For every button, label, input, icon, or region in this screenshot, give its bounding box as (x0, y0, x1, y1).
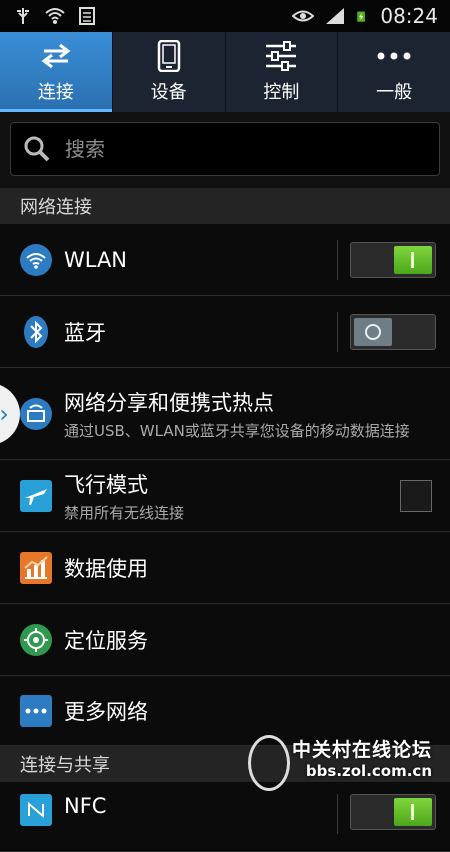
nfc-toggle[interactable] (350, 794, 436, 830)
bluetooth-toggle[interactable] (350, 313, 436, 350)
search-area (0, 112, 450, 188)
row-text: 数据使用 (64, 553, 450, 583)
tab-label: 设备 (150, 82, 187, 103)
sim-icon (79, 7, 95, 25)
settings-row-location[interactable]: 定位服务 (0, 604, 450, 676)
phone-icon (151, 40, 187, 72)
row-text: 网络分享和便携式热点 通过USB、WLAN或蓝牙共享您设备的移动数据连接 (64, 387, 450, 441)
tab-label: 一般 (376, 82, 413, 103)
tab-controls[interactable]: 控制 (226, 32, 339, 112)
row-text: 更多网络 (64, 696, 450, 726)
chevron-right-icon: › (0, 400, 9, 428)
settings-tabs: 连接 设备 控制 一般 (0, 32, 450, 112)
airplane-mode-checkbox[interactable] (400, 479, 432, 512)
row-title: 更多网络 (64, 699, 148, 724)
battery-charging-icon (357, 11, 366, 22)
watermark-text: 中关村在线论坛 (291, 739, 432, 761)
settings-row-airplane[interactable]: 飞行模式 禁用所有无线连接 (0, 460, 450, 532)
zol-logo-icon (247, 735, 290, 791)
wlan-toggle[interactable] (350, 241, 436, 278)
hotspot-icon (14, 397, 58, 430)
row-divider (337, 794, 338, 834)
row-divider (337, 311, 338, 352)
toggle-knob (394, 245, 432, 274)
row-title: 飞行模式 (64, 472, 148, 497)
settings-row-bluetooth[interactable]: 蓝牙 (0, 296, 450, 368)
more-dots-icon (376, 40, 412, 72)
row-text: WLAN (64, 248, 337, 272)
row-divider (337, 239, 338, 280)
search-box[interactable] (10, 122, 440, 176)
row-description: 禁用所有无线连接 (64, 503, 185, 522)
more-networks-icon (14, 694, 58, 727)
watermark: 中关村在线论坛 bbs.zol.com.cn (247, 735, 432, 791)
row-title: 定位服务 (64, 628, 148, 653)
status-left (12, 7, 98, 25)
section-header-network: 网络连接 (0, 188, 450, 224)
toggle-knob (354, 317, 392, 346)
row-title: NFC (64, 794, 107, 818)
settings-row-data-usage[interactable]: 数据使用 (0, 532, 450, 604)
airplane-icon (14, 479, 58, 512)
search-input[interactable] (63, 136, 407, 162)
row-text: 蓝牙 (64, 317, 337, 347)
tab-connections[interactable]: 连接 (0, 32, 113, 112)
tab-device[interactable]: 设备 (113, 32, 226, 112)
wifi-icon (45, 8, 65, 24)
settings-row-hotspot[interactable]: 网络分享和便携式热点 通过USB、WLAN或蓝牙共享您设备的移动数据连接 (0, 368, 450, 460)
sliders-icon (263, 40, 299, 72)
status-right: 08:24 (292, 4, 438, 28)
search-icon (24, 136, 50, 162)
watermark-url: bbs.zol.com.cn (305, 762, 432, 780)
location-icon (14, 623, 58, 656)
status-bar: 08:24 (0, 0, 450, 32)
row-text: 定位服务 (64, 625, 450, 655)
tab-label: 连接 (37, 82, 74, 103)
nfc-icon (14, 794, 58, 826)
row-title: 数据使用 (64, 556, 148, 581)
status-time: 08:24 (380, 4, 438, 28)
row-text: 飞行模式 禁用所有无线连接 (64, 469, 400, 523)
toggle-knob (394, 798, 432, 826)
row-description: 通过USB、WLAN或蓝牙共享您设备的移动数据连接 (64, 421, 410, 440)
tab-label: 控制 (263, 82, 300, 103)
data-usage-icon (14, 551, 58, 584)
row-title: WLAN (64, 247, 128, 272)
tab-general[interactable]: 一般 (338, 32, 450, 112)
settings-row-wlan[interactable]: WLAN (0, 224, 450, 296)
settings-row-nfc[interactable]: NFC (0, 782, 450, 852)
usb-icon (17, 8, 29, 24)
row-title: 蓝牙 (64, 320, 106, 345)
eye-icon (292, 10, 315, 22)
row-text: NFC (64, 794, 337, 818)
arrows-icon (38, 40, 74, 72)
row-title: 网络分享和便携式热点 (64, 390, 274, 415)
wifi-icon (14, 243, 58, 276)
signal-icon (326, 8, 345, 24)
bluetooth-icon (14, 315, 58, 349)
